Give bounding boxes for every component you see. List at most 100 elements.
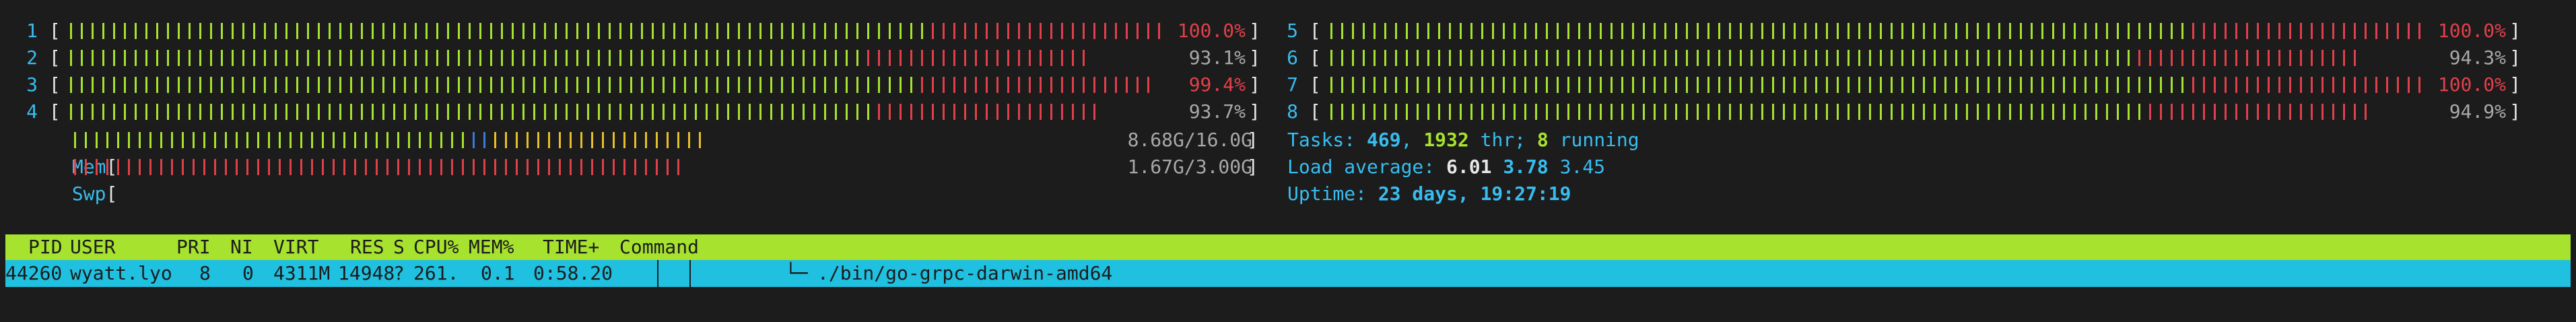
col-header-virt[interactable]: VIRT [273, 234, 318, 260]
cpu-bar-tick [910, 77, 912, 93]
bar-tick [397, 132, 399, 148]
col-header-cpu[interactable]: CPU% [413, 234, 459, 260]
cpu-bar-tick [2171, 104, 2173, 120]
cpu-bar-tick [415, 104, 417, 120]
cpu-bar-tick [2052, 23, 2054, 39]
cpu-bar-tick [490, 50, 492, 66]
cpu-bar-tick [1374, 77, 1376, 93]
cpu-bar-tick [1729, 23, 1731, 39]
col-header-ni[interactable]: NI [230, 234, 253, 260]
cpu-bar-tick [81, 104, 83, 120]
cpu-meter-1: 1 [100.0%] [0, 18, 1260, 44]
cpu-bar-tick [975, 77, 977, 93]
col-header-mem[interactable]: MEM% [469, 234, 514, 260]
cpu-bar-tick [1449, 104, 1451, 120]
cpu-bar-tick [1977, 50, 1979, 66]
cpu-bar-tick [2311, 104, 2313, 120]
cpu-bar-tick [1115, 104, 1117, 120]
bar-tick [203, 159, 205, 175]
cpu-bar-tick [910, 104, 912, 120]
cpu-bar-tick [296, 77, 298, 93]
cpu-bar-tick [512, 23, 514, 39]
mem-value: 8.68G/16.0G [1127, 129, 1252, 151]
cpu-bar-tick [145, 104, 147, 120]
cpu-bar-tick [1417, 104, 1419, 120]
cpu-bar-tick [1147, 104, 1149, 120]
bar-tick [430, 132, 432, 148]
bar-tick [548, 159, 550, 175]
cpu-bar-tick [2031, 50, 2033, 66]
bar-tick [430, 159, 432, 175]
cpu-bar-tick [2397, 77, 2399, 93]
cpu-bar-tick [221, 77, 223, 93]
cpu-bar-tick [1891, 104, 1893, 120]
cpu-bar-tick [2160, 23, 2162, 39]
load-5min: 3.78 [1503, 156, 1549, 178]
cpu-meter-open-bracket: [ [38, 100, 61, 123]
cpu-bar-tick [1330, 50, 1332, 66]
running-label: running [1548, 129, 1639, 151]
bar-tick [290, 132, 292, 148]
cpu-bar-tick [2063, 104, 2065, 120]
cpu-bar-tick [199, 50, 201, 66]
cpu-bar-tick [609, 104, 611, 120]
process-ni: 0 [242, 262, 254, 284]
cpu-bar-tick [1040, 23, 1042, 39]
cpu-bar-tick [1858, 77, 1860, 93]
process-row-selected[interactable]: 44260 wyatt.lyo 8 0 4311M 14948 ? 261. 0… [5, 260, 2571, 287]
cpu-bar-tick [1018, 23, 1020, 39]
cpu-bar-tick [1406, 23, 1408, 39]
cpu-bar-tick [2138, 77, 2140, 93]
cpu-bar-tick [2375, 23, 2377, 39]
cpu-bar-tick [318, 23, 320, 39]
bar-tick [667, 132, 669, 148]
cpu-bar-tick [2020, 50, 2022, 66]
cpu-bar-tick [695, 104, 697, 120]
cpu-bar-tick [2311, 77, 2313, 93]
cpu-bar-tick [1718, 23, 1720, 39]
cpu-bar-tick [113, 50, 115, 66]
cpu-bar-tick [1901, 77, 1903, 93]
col-header-command[interactable]: Command [619, 234, 699, 260]
bar-tick [311, 132, 313, 148]
col-header-res[interactable]: RES [350, 234, 384, 260]
bar-tick [182, 132, 184, 148]
cpu-meter-value: 100.0% [1177, 20, 1246, 42]
cpu-bar-tick [1815, 77, 1817, 93]
tree-branch-icon: └─ [785, 262, 808, 284]
col-header-state[interactable]: S [393, 234, 405, 260]
cpu-bar-tick [1158, 104, 1160, 120]
cpu-bar-tick [2052, 77, 2054, 93]
cpu-bar-tick [953, 77, 955, 93]
cpu-bar-tick [275, 104, 277, 120]
cpu-bar-tick [889, 23, 891, 39]
col-header-time[interactable]: TIME+ [543, 234, 599, 260]
cpu-meter-8: 8 [94.9%] [1260, 98, 2521, 125]
bar-tick [268, 132, 270, 148]
cpu-bar-tick [641, 50, 643, 66]
cpu-bar-tick [533, 77, 535, 93]
cpu-meter-value: 94.3% [2449, 46, 2506, 69]
cpu-bar-tick [1718, 104, 1720, 120]
cpu-bar-tick [1707, 23, 1709, 39]
col-header-pid[interactable]: PID [28, 234, 63, 260]
cpu-bar-tick [2106, 23, 2108, 39]
cpu-bar-tick [479, 50, 481, 66]
cpu-bar-tick [2095, 104, 2097, 120]
cpu-bar-tick [372, 104, 374, 120]
bar-tick [386, 132, 388, 148]
cpu-bar-tick [652, 50, 654, 66]
cpu-bar-tick [1514, 77, 1516, 93]
cpu-bar-tick [1567, 77, 1569, 93]
cpu-bar-tick [910, 50, 912, 66]
cpu-bar-tick [781, 77, 783, 93]
cpu-bar-tick [856, 104, 858, 120]
cpu-bar-tick [372, 23, 374, 39]
col-header-pri[interactable]: PRI [176, 234, 211, 260]
bar-tick [419, 132, 421, 148]
bar-tick [656, 132, 658, 148]
cpu-bar-tick [996, 104, 998, 120]
cpu-bar-tick [1697, 104, 1699, 120]
cpu-bar-tick [749, 50, 751, 66]
col-header-user[interactable]: USER [70, 234, 115, 260]
